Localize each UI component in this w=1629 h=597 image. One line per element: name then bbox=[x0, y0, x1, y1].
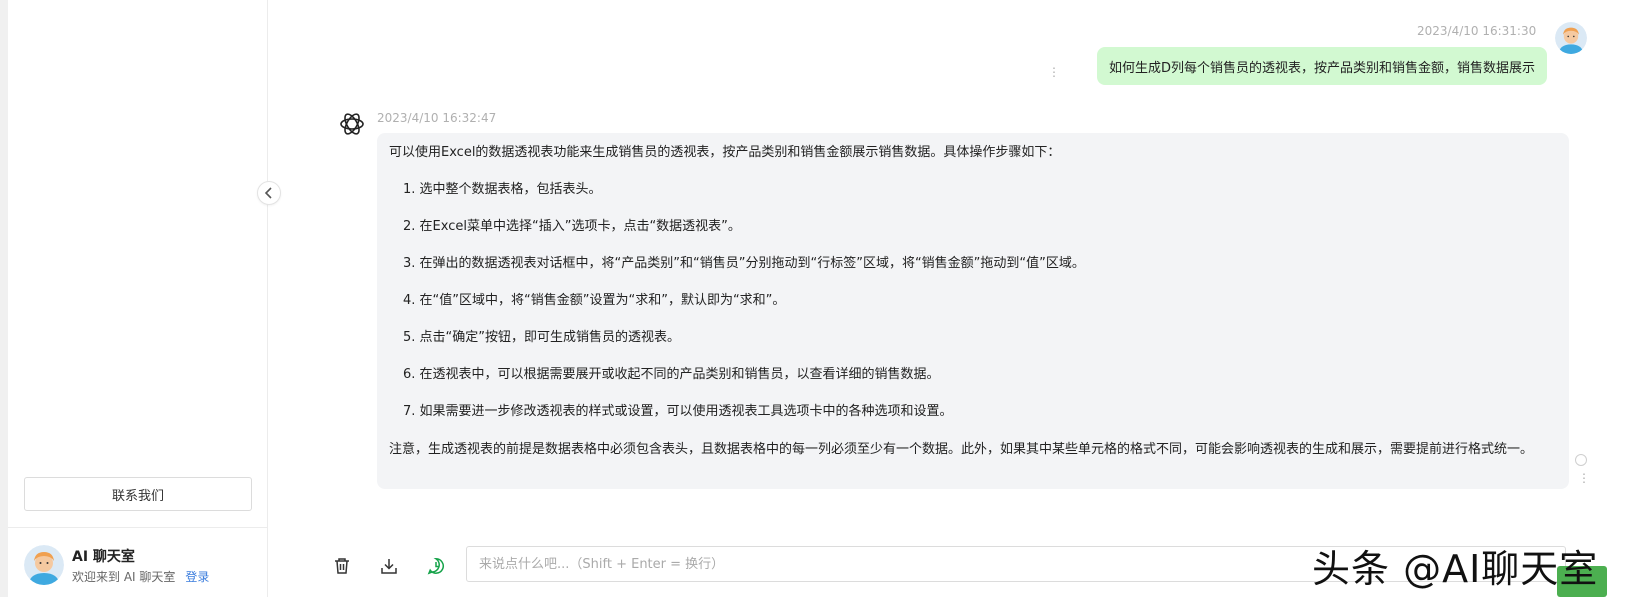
watermark: 头条 @AI聊天室 bbox=[1312, 547, 1599, 591]
whatsapp-icon[interactable] bbox=[425, 555, 447, 577]
user-message-time: 2023/4/10 16:31:30 bbox=[1417, 24, 1537, 38]
trash-icon[interactable] bbox=[331, 555, 353, 577]
bot-message-steps: 1. 选中整个数据表格，包括表头。 2. 在Excel菜单中选择“插入”选项卡，… bbox=[389, 180, 1557, 422]
user-name: AI 聊天室 bbox=[72, 549, 135, 565]
left-gutter bbox=[0, 0, 8, 597]
step-item: 6. 在透视表中，可以根据需要展开或收起不同的产品类别和销售员，以查看详细的销售… bbox=[403, 367, 940, 382]
bot-message-bubble: 可以使用Excel的数据透视表功能来生成销售员的透视表，按产品类别和销售金额展示… bbox=[377, 133, 1569, 489]
step-item: 4. 在“值”区域中，将“销售金额”设置为“求和”，默认即为“求和”。 bbox=[403, 293, 786, 308]
user-message-bubble: 如何生成D列每个销售员的透视表，按产品类别和销售金额，销售数据展示 bbox=[1096, 47, 1547, 85]
download-icon[interactable] bbox=[378, 555, 400, 577]
bot-message-time: 2023/4/10 16:32:47 bbox=[377, 111, 497, 125]
message-select-radio[interactable] bbox=[1575, 454, 1587, 466]
user-subtitle: 欢迎来到 AI 聊天室 登录 bbox=[72, 568, 209, 585]
sidebar-divider bbox=[8, 527, 268, 528]
user-message-more-icon[interactable]: ⋮ bbox=[1048, 66, 1060, 78]
openai-logo-icon bbox=[338, 110, 366, 138]
user-avatar bbox=[24, 545, 64, 585]
step-item: 2. 在Excel菜单中选择“插入”选项卡，点击“数据透视表”。 bbox=[403, 219, 741, 234]
chevron-left-icon bbox=[264, 187, 272, 199]
step-item: 3. 在弹出的数据透视表对话框中，将“产品类别”和“销售员”分别拖动到“行标签”… bbox=[403, 256, 1085, 271]
bot-message-intro: 可以使用Excel的数据透视表功能来生成销售员的透视表，按产品类别和销售金额展示… bbox=[389, 145, 1061, 160]
contact-us-button[interactable]: 联系我们 bbox=[24, 477, 252, 511]
bot-message-more-icon[interactable]: ⋮ bbox=[1578, 472, 1590, 484]
welcome-text: 欢迎来到 AI 聊天室 bbox=[72, 570, 176, 584]
step-item: 5. 点击“确定”按钮，即可生成销售员的透视表。 bbox=[403, 330, 681, 345]
user-message-avatar bbox=[1555, 22, 1587, 54]
bot-message-note: 注意，生成透视表的前提是数据表格中必须包含表头，且数据表格中的每一列必须至少有一… bbox=[389, 442, 1534, 457]
login-link[interactable]: 登录 bbox=[185, 570, 209, 584]
step-item: 7. 如果需要进一步修改透视表的样式或设置，可以使用透视表工具选项卡中的各种选项… bbox=[403, 404, 953, 419]
sidebar: 联系我们 AI 聊天室 欢迎来到 AI 聊天室 登录 bbox=[8, 0, 268, 597]
collapse-sidebar-button[interactable] bbox=[257, 181, 281, 205]
step-item: 1. 选中整个数据表格，包括表头。 bbox=[403, 182, 602, 197]
